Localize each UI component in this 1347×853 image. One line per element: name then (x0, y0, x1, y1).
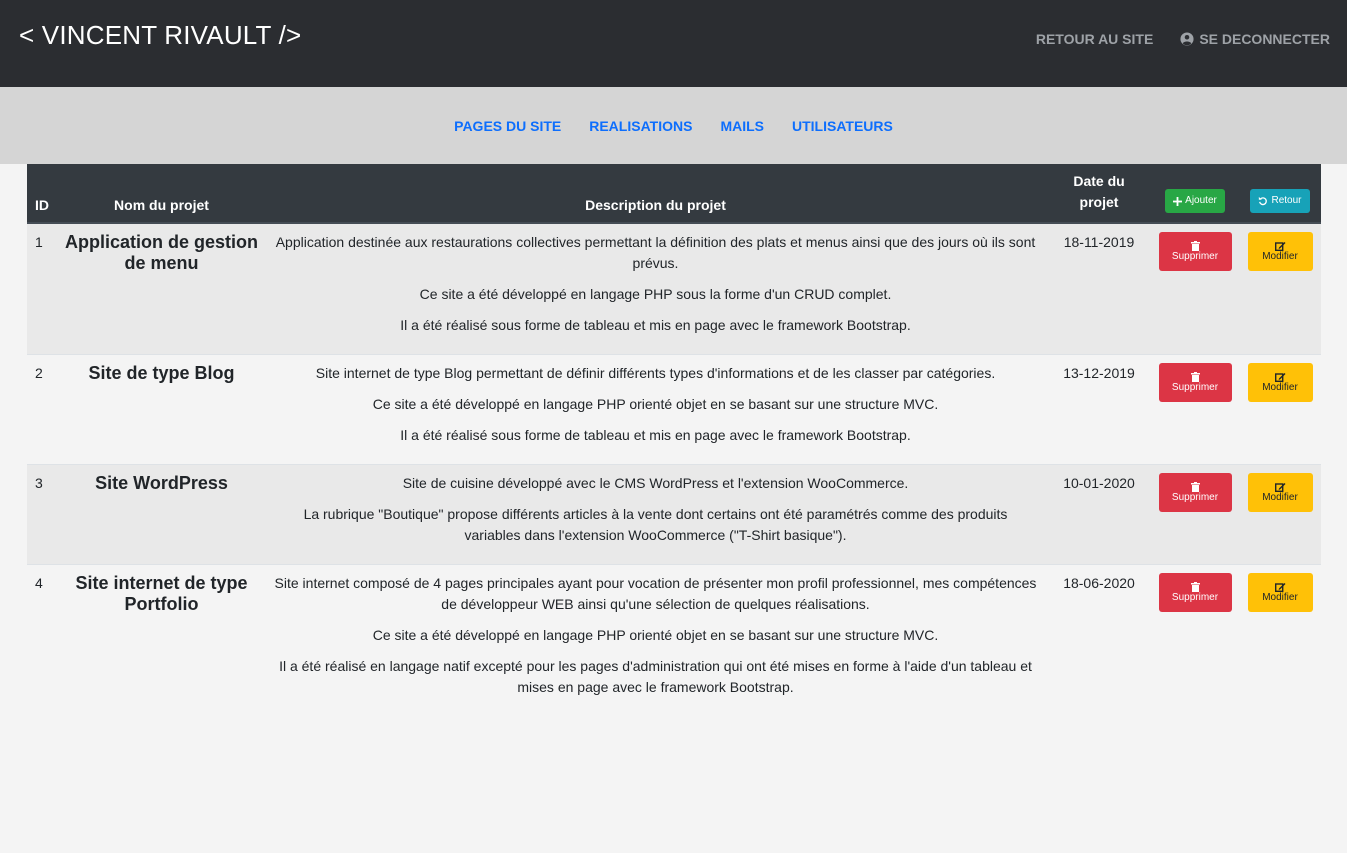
header-date: Date du projet (1047, 164, 1151, 224)
description-paragraph: Site internet de type Blog permettant de… (315, 365, 996, 381)
row-date: 18-06-2020 (1063, 575, 1135, 591)
user-circle-icon (1180, 32, 1194, 46)
subnav-utilisateurs[interactable]: UTILISATEURS (792, 118, 893, 134)
trash-icon (1190, 481, 1200, 492)
table-row: 2 Site de type Blog Site internet de typ… (27, 354, 1321, 465)
row-description: Site internet composé de 4 pages princip… (264, 565, 1047, 717)
header-date-line2: projet (1079, 194, 1119, 210)
edit-label: Modifier (1262, 250, 1298, 262)
description-paragraph: Ce site a été développé en langage PHP s… (419, 286, 892, 302)
delete-button[interactable]: Supprimer (1158, 363, 1232, 402)
table-header-row: ID Nom du projet Description du projet D… (27, 164, 1321, 224)
row-id: 2 (35, 365, 43, 381)
row-delete-cell: Supprimer (1151, 565, 1239, 717)
description-paragraph: La rubrique "Boutique" propose différent… (303, 506, 1008, 543)
row-project-name: Site WordPress (95, 473, 228, 493)
subnav-realisations[interactable]: REALISATIONS (589, 118, 692, 134)
header-back-cell: Retour (1239, 164, 1321, 224)
delete-label: Supprimer (1171, 381, 1219, 393)
description-paragraph: Il a été réalisé sous forme de tableau e… (400, 427, 911, 443)
description-paragraph: Site internet composé de 4 pages princip… (274, 575, 1037, 612)
logout-link[interactable]: SE DECONNECTER (1180, 31, 1330, 47)
trash-icon (1190, 371, 1200, 382)
projects-table-wrapper: ID Nom du projet Description du projet D… (27, 164, 1321, 716)
delete-button[interactable]: Supprimer (1158, 473, 1232, 512)
row-date: 10-01-2020 (1063, 475, 1135, 491)
description-paragraph: Ce site a été développé en langage PHP o… (372, 396, 939, 412)
description-paragraph: Ce site a été développé en langage PHP o… (372, 627, 939, 643)
edit-label: Modifier (1262, 381, 1298, 393)
admin-subnav: PAGES DU SITE REALISATIONS MAILS UTILISA… (0, 87, 1347, 164)
edit-icon (1274, 482, 1285, 492)
back-button-label: Retour (1271, 195, 1302, 206)
row-project-name: Application de gestion de menu (65, 232, 259, 273)
row-project-name: Site internet de type Portfolio (75, 573, 248, 614)
row-id: 4 (35, 575, 43, 591)
header-name: Nom du projet (59, 164, 264, 224)
row-description: Application destinée aux restaurations c… (264, 223, 1047, 355)
edit-label: Modifier (1262, 591, 1298, 603)
undo-icon (1259, 196, 1268, 206)
table-row: 4 Site internet de type Portfolio Site i… (27, 564, 1321, 717)
row-delete-cell: Supprimer (1151, 465, 1239, 565)
row-id: 1 (35, 234, 43, 250)
edit-label: Modifier (1262, 491, 1298, 503)
trash-icon (1190, 240, 1200, 251)
edit-button[interactable]: Modifier (1247, 573, 1313, 612)
delete-label: Supprimer (1171, 591, 1219, 603)
projects-table: ID Nom du projet Description du projet D… (27, 164, 1321, 716)
edit-button[interactable]: Modifier (1247, 363, 1313, 402)
edit-icon (1274, 372, 1285, 382)
row-project-name: Site de type Blog (88, 363, 235, 383)
table-row: 1 Application de gestion de menu Applica… (27, 223, 1321, 355)
row-delete-cell: Supprimer (1151, 355, 1239, 465)
header-add-cell: Ajouter (1151, 164, 1239, 224)
row-edit-cell: Modifier (1239, 565, 1321, 717)
add-button-label: Ajouter (1185, 195, 1217, 206)
delete-button[interactable]: Supprimer (1158, 573, 1232, 612)
delete-label: Supprimer (1171, 250, 1219, 262)
top-navbar: < VINCENT RIVAULT /> RETOUR AU SITE SE D… (0, 0, 1347, 87)
logout-label: SE DECONNECTER (1199, 31, 1330, 47)
plus-icon (1173, 196, 1183, 206)
header-date-line1: Date du (1073, 173, 1125, 189)
row-date: 13-12-2019 (1063, 365, 1135, 381)
site-brand[interactable]: < VINCENT RIVAULT /> (19, 20, 301, 51)
header-description: Description du projet (264, 164, 1047, 224)
description-paragraph: Site de cuisine développé avec le CMS Wo… (402, 475, 909, 491)
edit-icon (1274, 241, 1285, 251)
back-to-site-label: RETOUR AU SITE (1035, 31, 1154, 47)
header-id: ID (27, 164, 59, 224)
row-description: Site de cuisine développé avec le CMS Wo… (264, 465, 1047, 565)
row-delete-cell: Supprimer (1151, 223, 1239, 355)
subnav-pages[interactable]: PAGES DU SITE (454, 118, 561, 134)
delete-button[interactable]: Supprimer (1158, 232, 1232, 271)
description-paragraph: Il a été réalisé sous forme de tableau e… (400, 317, 911, 333)
subnav-mails[interactable]: MAILS (720, 118, 764, 134)
description-paragraph: Application destinée aux restaurations c… (275, 234, 1036, 271)
edit-button[interactable]: Modifier (1247, 232, 1313, 271)
back-to-site-link[interactable]: RETOUR AU SITE (1036, 31, 1153, 47)
description-paragraph: Il a été réalisé en langage natif except… (279, 658, 1032, 695)
back-button[interactable]: Retour (1250, 189, 1310, 213)
table-header: ID Nom du projet Description du projet D… (27, 164, 1321, 224)
row-edit-cell: Modifier (1239, 465, 1321, 565)
row-edit-cell: Modifier (1239, 223, 1321, 355)
table-body: 1 Application de gestion de menu Applica… (27, 223, 1321, 716)
table-row: 3 Site WordPress Site de cuisine dévelop… (27, 464, 1321, 565)
row-id: 3 (35, 475, 43, 491)
row-date: 18-11-2019 (1063, 234, 1135, 250)
delete-label: Supprimer (1171, 491, 1219, 503)
edit-icon (1274, 582, 1285, 592)
row-edit-cell: Modifier (1239, 355, 1321, 465)
add-project-button[interactable]: Ajouter (1165, 189, 1225, 213)
top-nav-links: RETOUR AU SITE SE DECONNECTER (1036, 31, 1330, 47)
edit-button[interactable]: Modifier (1247, 473, 1313, 512)
row-description: Site internet de type Blog permettant de… (264, 355, 1047, 465)
trash-icon (1190, 581, 1200, 592)
